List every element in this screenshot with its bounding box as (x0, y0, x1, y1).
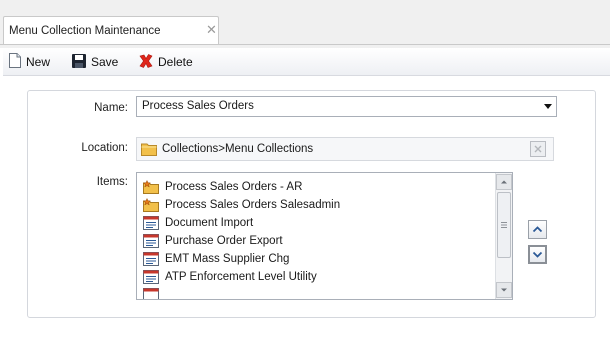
name-dropdown[interactable]: Process Sales Orders (136, 96, 557, 117)
location-field[interactable]: Collections>Menu Collections (136, 137, 554, 161)
new-label: New (26, 55, 51, 69)
item-label: Document Import (165, 217, 254, 229)
tab-menu-collection-maintenance[interactable]: Menu Collection Maintenance ✕ (3, 16, 219, 44)
folder-star-icon (143, 198, 159, 212)
move-up-button[interactable] (528, 220, 547, 239)
folder-star-icon (143, 180, 159, 194)
scroll-down-button[interactable] (496, 282, 512, 298)
tab-strip: Menu Collection Maintenance ✕ (0, 0, 610, 48)
items-scrollbar[interactable] (495, 173, 512, 299)
toolbar: New Save Delete (3, 48, 610, 76)
tab-title: Menu Collection Maintenance (9, 25, 161, 37)
program-form-icon (143, 288, 159, 299)
item-label: Purchase Order Export (165, 235, 283, 247)
item-label: Process Sales Orders Salesadmin (165, 199, 341, 211)
program-form-icon (143, 270, 159, 284)
save-disk-icon (72, 54, 86, 68)
grip-icon (501, 222, 507, 228)
move-down-button[interactable] (528, 245, 547, 264)
save-label: Save (91, 55, 119, 69)
items-label: Items: (96, 176, 128, 188)
delete-button[interactable]: Delete (138, 53, 213, 71)
scroll-up-button[interactable] (496, 174, 512, 190)
program-form-icon (143, 252, 159, 266)
location-label: Location: (81, 142, 128, 154)
chevron-down-icon (532, 251, 543, 258)
chevron-up-icon (532, 226, 543, 233)
item-label: EMT Mass Supplier Chg (165, 253, 290, 265)
name-value: Process Sales Orders (142, 100, 254, 112)
save-button[interactable]: Save (72, 53, 132, 71)
item-label: Process Sales Orders - AR (165, 181, 303, 193)
item-label: ATP Enforcement Level Utility (165, 271, 317, 283)
location-value: Collections>Menu Collections (162, 143, 314, 155)
tab-divider (0, 44, 610, 45)
new-document-icon (9, 53, 21, 68)
clear-location-button[interactable] (530, 141, 546, 157)
clear-x-icon (534, 145, 542, 153)
delete-x-icon (139, 54, 153, 68)
items-list[interactable]: Process Sales Orders - AR Process Sales … (136, 172, 513, 300)
program-form-icon (143, 234, 159, 248)
scroll-up-arrow-icon (501, 180, 507, 184)
program-form-icon (143, 216, 159, 230)
folder-icon (141, 143, 157, 156)
new-button[interactable]: New (9, 53, 69, 71)
scroll-thumb[interactable] (497, 192, 511, 258)
name-label: Name: (94, 102, 128, 114)
chevron-down-icon[interactable] (544, 104, 552, 109)
tab-close-icon[interactable]: ✕ (206, 22, 217, 38)
scroll-down-arrow-icon (501, 288, 507, 292)
delete-label: Delete (158, 55, 193, 69)
